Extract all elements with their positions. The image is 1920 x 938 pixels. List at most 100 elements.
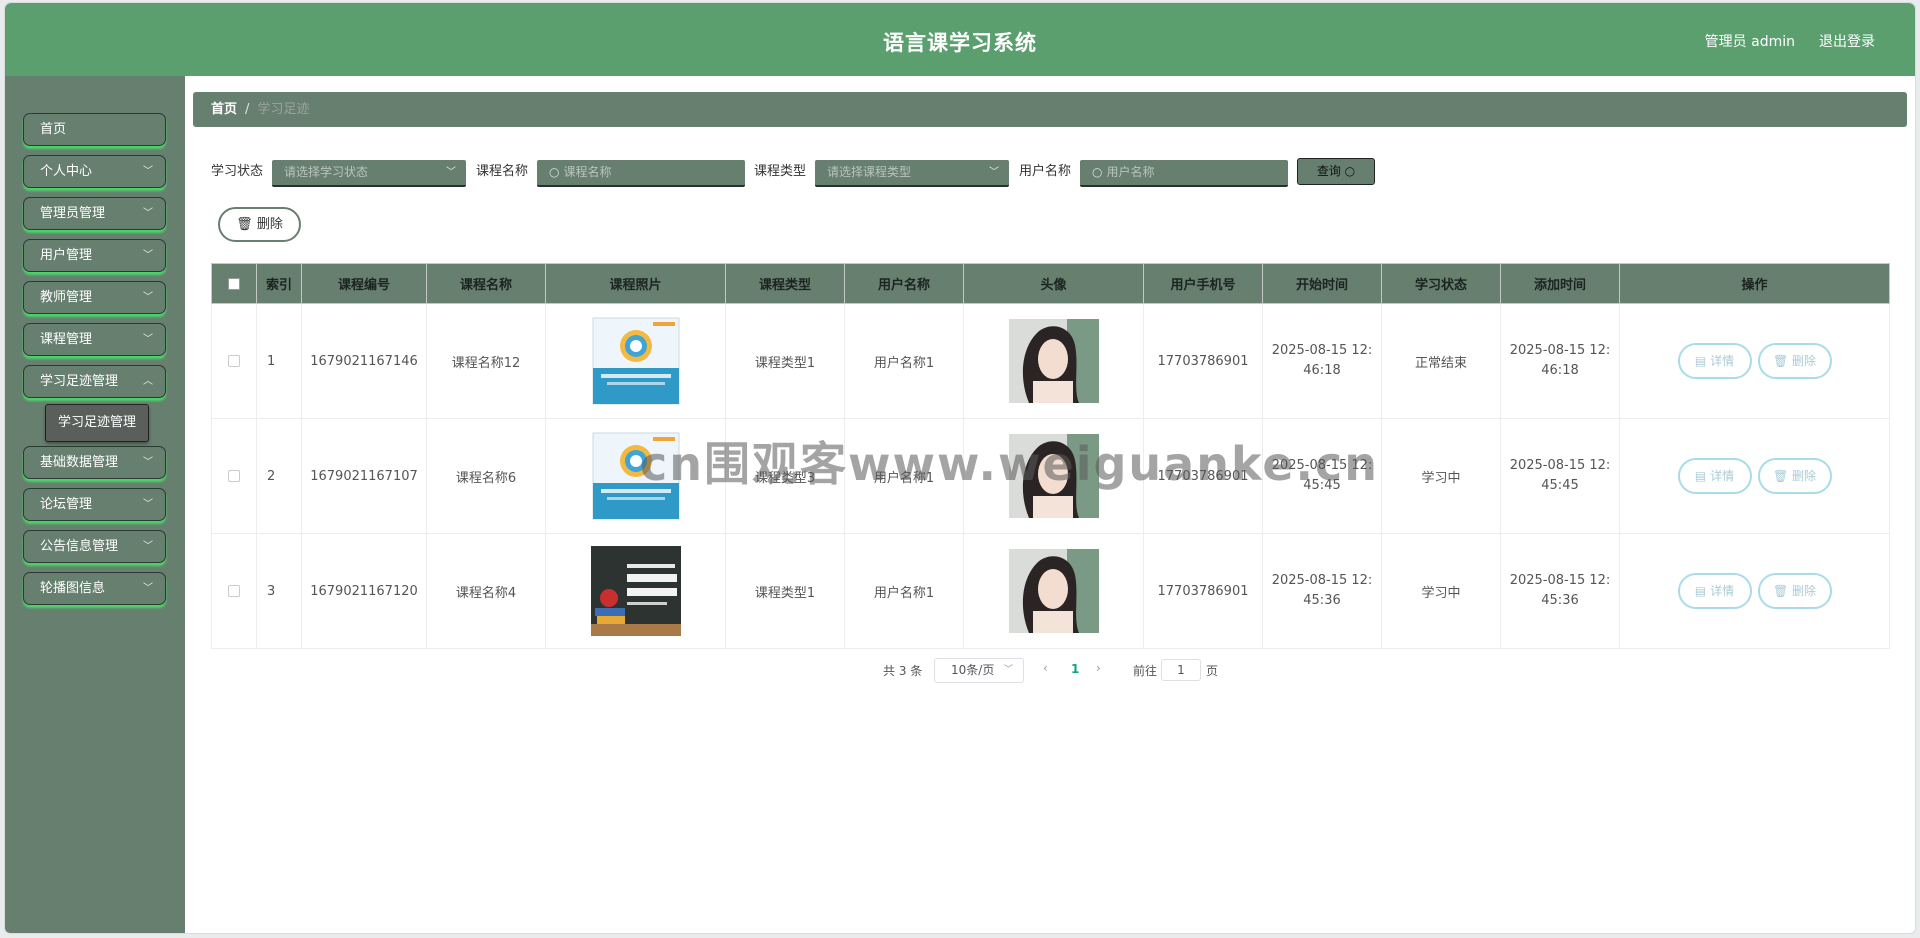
user-name-label: 用户名称 [1019,164,1072,179]
chevron-down-icon: ﹀ [143,166,153,177]
course-photo-cell [545,533,726,649]
search-icon: ○ [1344,164,1356,178]
user-name: 用户名称1 [844,303,964,419]
row-index: 2 [256,418,302,534]
user-phone: 17703786901 [1143,303,1263,419]
course-name: 课程名称4 [426,533,546,649]
sidebar-item-forum[interactable]: 论坛管理 ﹀ [23,488,166,521]
column-header: 学习状态 [1381,263,1501,304]
row-select-cell[interactable] [211,303,257,419]
chevron-down-icon: ﹀ [1003,665,1013,675]
footprint-table: 索引 课程编号 课程名称 课程照片 课程类型 用户名称 头像 用户手机号 开始时… [211,263,1890,649]
user-phone: 17703786901 [1143,418,1263,534]
row-select-cell[interactable] [211,533,257,649]
total-count: 共 3 条 [883,664,923,678]
user-name: 用户名称1 [844,533,964,649]
study-status: 正常结束 [1381,303,1501,419]
column-header: 用户手机号 [1143,263,1263,304]
course-photo-image[interactable] [590,546,681,636]
row-delete-button[interactable]: 🗑 删除 [1757,458,1832,494]
column-header: 课程照片 [545,263,726,304]
table-header-row: 索引 课程编号 课程名称 课程照片 课程类型 用户名称 头像 用户手机号 开始时… [211,263,1890,304]
query-button[interactable]: 查询 ○ [1297,158,1375,185]
avatar[interactable] [1008,319,1099,403]
row-select-cell[interactable] [211,418,257,534]
course-name-label: 课程名称 [476,164,529,179]
goto-page-input[interactable]: 1 [1161,659,1201,681]
submenu-item-footprint-management[interactable]: 学习足迹管理 [45,404,149,442]
breadcrumb-separator: / [245,102,250,117]
breadcrumb-home[interactable]: 首页 [211,102,237,117]
table-row: 2 1679021167107 课程名称6 课程类型3 用户名称1 177037… [211,418,1890,534]
course-type: 课程类型1 [725,533,845,649]
app-title: 语言课学习系统 [883,31,1037,55]
row-actions: ▤ 详情 🗑 删除 [1619,303,1890,419]
chevron-down-icon: ﹀ [143,583,153,594]
detail-button[interactable]: ▤ 详情 [1677,343,1752,379]
course-photo-image[interactable] [590,431,681,521]
sidebar-item-users[interactable]: 用户管理 ﹀ [23,239,166,272]
column-header: 操作 [1619,263,1890,304]
detail-button[interactable]: ▤ 详情 [1677,458,1752,494]
sidebar-item-home[interactable]: 首页 [23,113,166,146]
column-header: 开始时间 [1262,263,1382,304]
chevron-down-icon: ﹀ [143,541,153,552]
sidebar-item-profile[interactable]: 个人中心 ﹀ [23,155,166,188]
chevron-down-icon: ﹀ [143,334,153,345]
page-size-select[interactable]: 10条/页 ﹀ [934,658,1024,683]
added-time: 2025-08-15 12:46:18 [1500,303,1620,419]
breadcrumb: 首页 / 学习足迹 [193,92,1907,127]
chevron-down-icon: ﹀ [989,167,999,178]
sidebar-item-footprint[interactable]: 学习足迹管理 ︿ [23,365,166,398]
document-icon: ▤ [1694,469,1707,483]
batch-delete-button[interactable]: 🗑 删除 [218,207,301,242]
page-number-current[interactable]: 1 [1071,662,1079,676]
avatar[interactable] [1008,434,1099,518]
avatar[interactable] [1008,549,1099,633]
trash-icon: 🗑 [236,217,253,232]
top-header: 语言课学习系统 管理员 admin 退出登录 [5,3,1915,76]
sidebar-item-base-data[interactable]: 基础数据管理 ﹀ [23,446,166,479]
search-icon: ○ [1092,165,1103,179]
row-checkbox[interactable] [228,470,240,482]
course-name-input[interactable]: ○ 课程名称 [537,160,745,187]
course-photo-cell [545,418,726,534]
row-checkbox[interactable] [228,585,240,597]
sidebar-item-courses[interactable]: 课程管理 ﹀ [23,323,166,356]
chevron-down-icon: ﹀ [143,292,153,303]
row-checkbox[interactable] [228,355,240,367]
course-type: 课程类型1 [725,303,845,419]
course-type-label: 课程类型 [754,164,807,179]
row-index: 3 [256,533,302,649]
column-header: 头像 [963,263,1144,304]
column-header: 课程编号 [301,263,427,304]
course-photo-image[interactable] [590,316,681,406]
page-suffix: 页 [1206,664,1219,678]
row-delete-button[interactable]: 🗑 删除 [1757,343,1832,379]
pagination: 共 3 条 10条/页 ﹀ ‹ 1 › 前往 1 页 [0,658,1920,684]
sidebar-item-teachers[interactable]: 教师管理 ﹀ [23,281,166,314]
prev-page-icon[interactable]: ‹ [1043,661,1048,675]
chevron-down-icon: ﹀ [143,208,153,219]
user-name: 用户名称1 [844,418,964,534]
course-name: 课程名称6 [426,418,546,534]
chevron-up-icon: ︿ [143,376,153,387]
detail-button[interactable]: ▤ 详情 [1677,573,1752,609]
status-select[interactable]: 请选择学习状态 ﹀ [272,160,466,187]
next-page-icon[interactable]: › [1096,661,1101,675]
select-all-checkbox[interactable] [228,277,240,290]
row-index: 1 [256,303,302,419]
sidebar-item-notices[interactable]: 公告信息管理 ﹀ [23,530,166,563]
course-name: 课程名称12 [426,303,546,419]
course-type-select[interactable]: 请选择课程类型 ﹀ [815,160,1009,187]
column-header: 添加时间 [1500,263,1620,304]
user-name-input[interactable]: ○ 用户名称 [1080,160,1288,187]
sidebar-item-carousel[interactable]: 轮播图信息 ﹀ [23,572,166,605]
table-row: 3 1679021167120 课程名称4 课程类型1 用户名称1 177037… [211,533,1890,649]
sidebar-item-admin[interactable]: 管理员管理 ﹀ [23,197,166,230]
row-delete-button[interactable]: 🗑 删除 [1757,573,1832,609]
logout-link[interactable]: 退出登录 [1819,31,1875,51]
select-all-cell[interactable] [211,263,257,304]
document-icon: ▤ [1694,354,1707,368]
search-bar: 学习状态 请选择学习状态 ﹀ 课程名称 ○ 课程名称 课程类型 请选择课程类型 ﹀ 用… [211,158,1611,188]
